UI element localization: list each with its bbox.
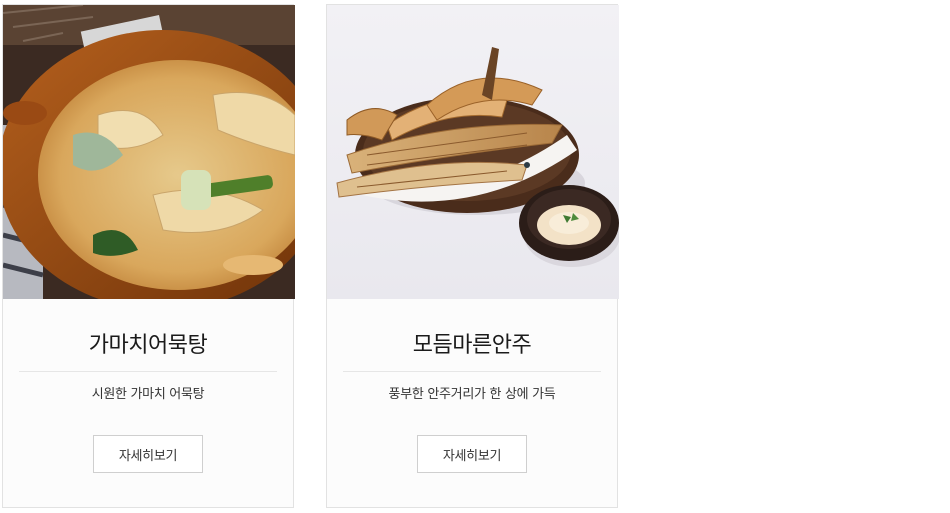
menu-title: 가마치어묵탕: [88, 333, 208, 358]
title-divider: [343, 371, 601, 372]
menu-title: 모듬마른안주: [412, 333, 532, 358]
dried-snack-platter-photo[interactable]: [327, 5, 619, 299]
view-details-button[interactable]: 자세히보기: [93, 435, 203, 473]
menu-description: 시원한 가마치 어묵탕: [91, 387, 205, 402]
menu-card-dried-snack-platter: 모듬마른안주 풍부한 안주거리가 한 상에 가득 자세히보기: [326, 4, 619, 508]
view-details-button[interactable]: 자세히보기: [417, 435, 527, 473]
menu-card-fish-cake-soup: 가마치어묵탕 시원한 가마치 어묵탕 자세히보기: [2, 4, 295, 508]
menu-description: 풍부한 안주거리가 한 상에 가득: [388, 387, 556, 402]
fish-cake-soup-photo[interactable]: [3, 5, 295, 299]
title-divider: [19, 371, 277, 372]
